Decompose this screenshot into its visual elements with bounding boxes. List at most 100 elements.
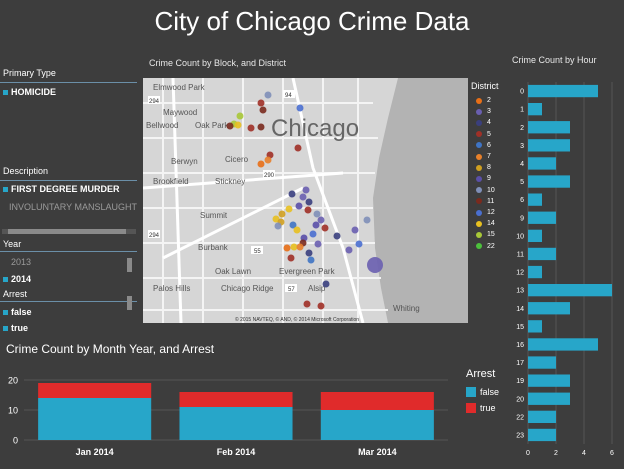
crime-point-district-5[interactable]: [317, 302, 325, 310]
crime-point-district-14[interactable]: [285, 205, 293, 213]
crime-point-district-9[interactable]: [295, 202, 303, 210]
crime-point-district-5[interactable]: [303, 300, 311, 308]
month-bar-true[interactable]: [179, 392, 293, 407]
district-legend-item[interactable]: 4: [476, 119, 491, 126]
district-legend-item[interactable]: 6: [476, 142, 491, 149]
hour-bar[interactable]: [528, 157, 556, 170]
district-legend-item[interactable]: 14: [476, 220, 495, 227]
hour-bar[interactable]: [528, 428, 556, 442]
crime-point-district-4[interactable]: [305, 198, 313, 206]
description-involuntary-manslaughter[interactable]: INVOLUNTARY MANSLAUGHT: [3, 202, 137, 212]
crime-point-district-2[interactable]: [283, 244, 291, 252]
month-bar-true[interactable]: [38, 383, 152, 398]
district-legend-item[interactable]: 7: [476, 153, 491, 160]
district-legend-item[interactable]: 15: [476, 231, 495, 238]
district-legend-item[interactable]: 8: [476, 164, 491, 171]
district-legend-item[interactable]: 3: [476, 108, 491, 115]
hour-bar[interactable]: [528, 302, 570, 315]
hour-bar[interactable]: [528, 265, 542, 279]
crime-point-district-4[interactable]: [288, 190, 296, 198]
hour-bar[interactable]: [528, 193, 542, 206]
hour-bar[interactable]: [528, 356, 556, 369]
crime-point-district-4[interactable]: [322, 280, 330, 288]
crime-point-district-10[interactable]: [313, 210, 321, 218]
crime-point-district-8[interactable]: [278, 210, 286, 218]
crime-point-district-3[interactable]: [367, 257, 383, 273]
primary-type-homicide[interactable]: HOMICIDE: [3, 87, 56, 97]
map-place-label: Summit: [200, 211, 228, 220]
crime-point-district-3[interactable]: [299, 193, 307, 201]
hour-bar[interactable]: [528, 247, 556, 261]
crime-point-district-14[interactable]: [293, 226, 301, 234]
crime-point-district-3[interactable]: [302, 186, 310, 194]
crime-point-district-5[interactable]: [294, 144, 302, 152]
crime-point-district-5[interactable]: [321, 224, 329, 232]
arrest-scrollbar-thumb[interactable]: [127, 296, 132, 310]
crime-point-district-3[interactable]: [345, 246, 353, 254]
crime-point-district-3[interactable]: [314, 240, 322, 248]
year-scrollbar-thumb[interactable]: [127, 258, 132, 272]
crime-point-district-5[interactable]: [287, 254, 295, 262]
crime-point-district-4[interactable]: [333, 232, 341, 240]
crime-point-district-12[interactable]: [296, 104, 304, 112]
hour-bar[interactable]: [528, 229, 542, 243]
crime-point-district-5[interactable]: [304, 206, 312, 214]
hour-bar[interactable]: [528, 175, 570, 188]
crime-point-district-10[interactable]: [264, 91, 272, 99]
hour-bar[interactable]: [528, 102, 542, 116]
hour-bar[interactable]: [528, 410, 556, 424]
hour-bar[interactable]: [528, 320, 542, 333]
crime-point-district-5[interactable]: [247, 124, 255, 132]
legend-false: false: [466, 387, 499, 397]
crime-point-district-14[interactable]: [290, 243, 298, 251]
crime-point-district-7[interactable]: [296, 243, 304, 251]
hour-bar[interactable]: [528, 84, 598, 98]
crime-point-district-6[interactable]: [307, 256, 315, 264]
crime-point-district-10[interactable]: [363, 216, 371, 224]
hour-bar[interactable]: [528, 139, 570, 152]
crime-point-district-12[interactable]: [355, 240, 363, 248]
hour-label: 11: [517, 251, 524, 258]
crime-point-district-3[interactable]: [317, 216, 325, 224]
crime-point-district-10[interactable]: [274, 222, 282, 230]
month-bar-false[interactable]: [320, 410, 434, 440]
hour-bar[interactable]: [528, 392, 570, 405]
crime-point-district-9[interactable]: [312, 221, 320, 229]
district-legend-item[interactable]: 2: [476, 97, 491, 104]
hour-bar[interactable]: [528, 283, 612, 297]
crime-point-district-14[interactable]: [234, 121, 242, 129]
hour-label: 4: [520, 161, 524, 168]
hour-bar[interactable]: [528, 121, 570, 134]
crime-point-district-3[interactable]: [351, 226, 359, 234]
crime-point-district-2[interactable]: [257, 160, 265, 168]
crime-point-district-5[interactable]: [257, 99, 265, 107]
hour-bar[interactable]: [528, 374, 570, 387]
scrollbar-thumb[interactable]: [8, 229, 126, 234]
district-legend-item[interactable]: 9: [476, 175, 491, 182]
month-bar-true[interactable]: [320, 392, 434, 410]
district-legend-item[interactable]: 22: [476, 243, 495, 250]
arrest-true[interactable]: true: [3, 323, 28, 333]
crime-point-district-11[interactable]: [257, 123, 265, 131]
year-2014[interactable]: 2014: [3, 274, 31, 284]
year-2013[interactable]: 2013: [3, 257, 31, 267]
description-first-degree-murder[interactable]: FIRST DEGREE MURDER: [3, 184, 120, 194]
crime-point-district-4[interactable]: [305, 249, 313, 257]
crime-point-district-11[interactable]: [226, 122, 234, 130]
crime-map[interactable]: Elmwood Park Maywood Bellwood Oak Park B…: [143, 78, 468, 323]
hour-bar[interactable]: [528, 338, 598, 351]
crime-point-district-15[interactable]: [236, 112, 244, 120]
district-legend-item[interactable]: 12: [476, 209, 495, 216]
crime-point-district-7[interactable]: [264, 156, 272, 164]
month-bar-false[interactable]: [179, 407, 293, 440]
hour-bar[interactable]: [528, 211, 556, 224]
month-bar-false[interactable]: [38, 398, 152, 440]
description-horizontal-scrollbar[interactable]: [2, 229, 136, 234]
district-legend-item[interactable]: 5: [476, 131, 491, 138]
crime-point-district-12[interactable]: [309, 230, 317, 238]
district-legend-item[interactable]: 10: [476, 187, 495, 194]
crime-point-district-11[interactable]: [259, 106, 267, 114]
district-legend-item[interactable]: 11: [476, 198, 494, 205]
arrest-false[interactable]: false: [3, 307, 32, 317]
district-color-icon: [476, 187, 482, 194]
